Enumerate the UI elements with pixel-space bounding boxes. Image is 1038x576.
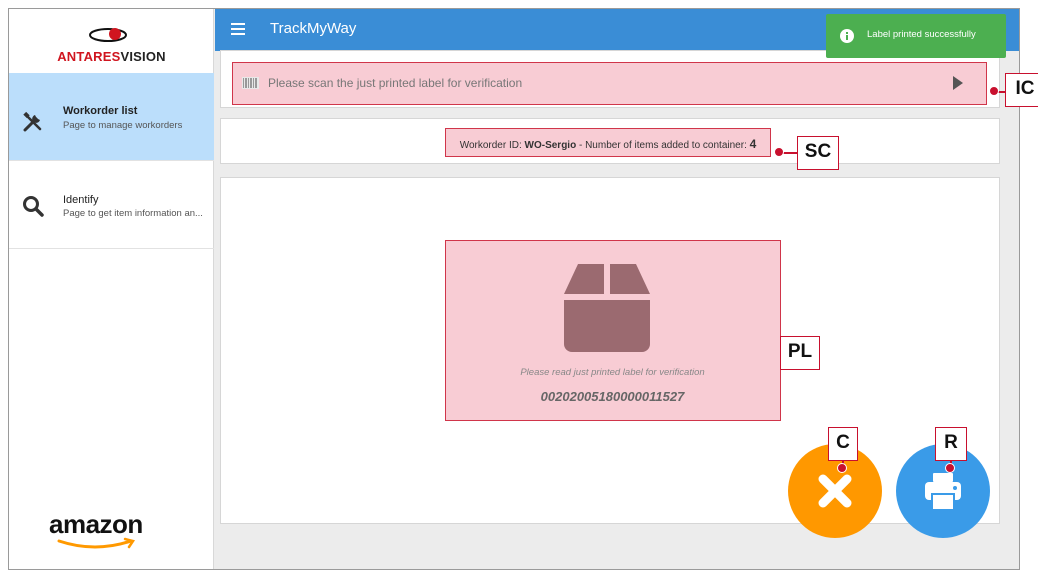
items-count: 4	[749, 137, 757, 151]
sidebar-item-subtitle: Page to manage workorders	[63, 120, 183, 131]
toast-message: Label printed successfully	[867, 29, 976, 40]
scan-placeholder: Please scan the just printed label for v…	[268, 76, 523, 90]
tools-icon	[23, 111, 42, 132]
search-icon	[23, 196, 44, 217]
printer-icon	[925, 473, 961, 511]
workorder-id: WO-Sergio	[524, 140, 577, 151]
amazon-smile-icon	[57, 537, 136, 549]
callout-pl: PL	[780, 336, 820, 370]
logo-wordmark: ANTARESVISION	[57, 49, 166, 64]
play-icon[interactable]	[953, 76, 963, 90]
scan-card: Please scan the just printed label for v…	[220, 50, 1000, 108]
sidebar: ANTARESVISION Workorder list Page to man…	[9, 9, 214, 569]
app-title: TrackMyWay	[270, 20, 357, 37]
label-code: 00202005180000011527	[540, 389, 685, 404]
close-icon	[818, 474, 852, 508]
printed-label-panel: Please read just printed label for verif…	[445, 240, 781, 421]
callout-ic-dot	[989, 86, 999, 96]
hamburger-menu-icon[interactable]	[231, 23, 245, 35]
sidebar-item-title: Workorder list	[63, 105, 138, 117]
sidebar-item-workorder-list[interactable]: Workorder list Page to manage workorders	[9, 73, 214, 161]
status-card: Workorder ID: WO-Sergio - Number of item…	[220, 118, 1000, 164]
sidebar-item-subtitle: Page to get item information an...	[63, 208, 203, 219]
callout-c-dot	[837, 463, 847, 473]
callout-ic: IC	[1005, 73, 1038, 107]
callout-sc-dot	[774, 147, 784, 157]
sidebar-item-identify[interactable]: Identify Page to get item information an…	[9, 161, 214, 249]
antaresvision-logo-mark	[89, 28, 127, 42]
label-verification-card: Please read just printed label for verif…	[220, 177, 1000, 524]
barcode-icon	[242, 77, 259, 89]
sidebar-item-title: Identify	[63, 194, 99, 206]
box-icon	[564, 264, 650, 352]
callout-sc: SC	[797, 136, 839, 170]
label-caption: Please read just printed label for verif…	[520, 367, 705, 378]
amazon-logo: amazon	[49, 509, 169, 559]
workorder-status: Workorder ID: WO-Sergio - Number of item…	[445, 128, 771, 157]
callout-r: R	[935, 427, 967, 461]
success-toast: Label printed successfully	[826, 14, 1006, 58]
callout-c: C	[828, 427, 858, 461]
info-icon	[840, 29, 854, 43]
callout-r-dot	[945, 463, 955, 473]
amazon-wordmark: amazon	[49, 509, 143, 539]
scan-input[interactable]: Please scan the just printed label for v…	[232, 62, 987, 105]
antaresvision-logo: ANTARESVISION	[9, 9, 214, 73]
